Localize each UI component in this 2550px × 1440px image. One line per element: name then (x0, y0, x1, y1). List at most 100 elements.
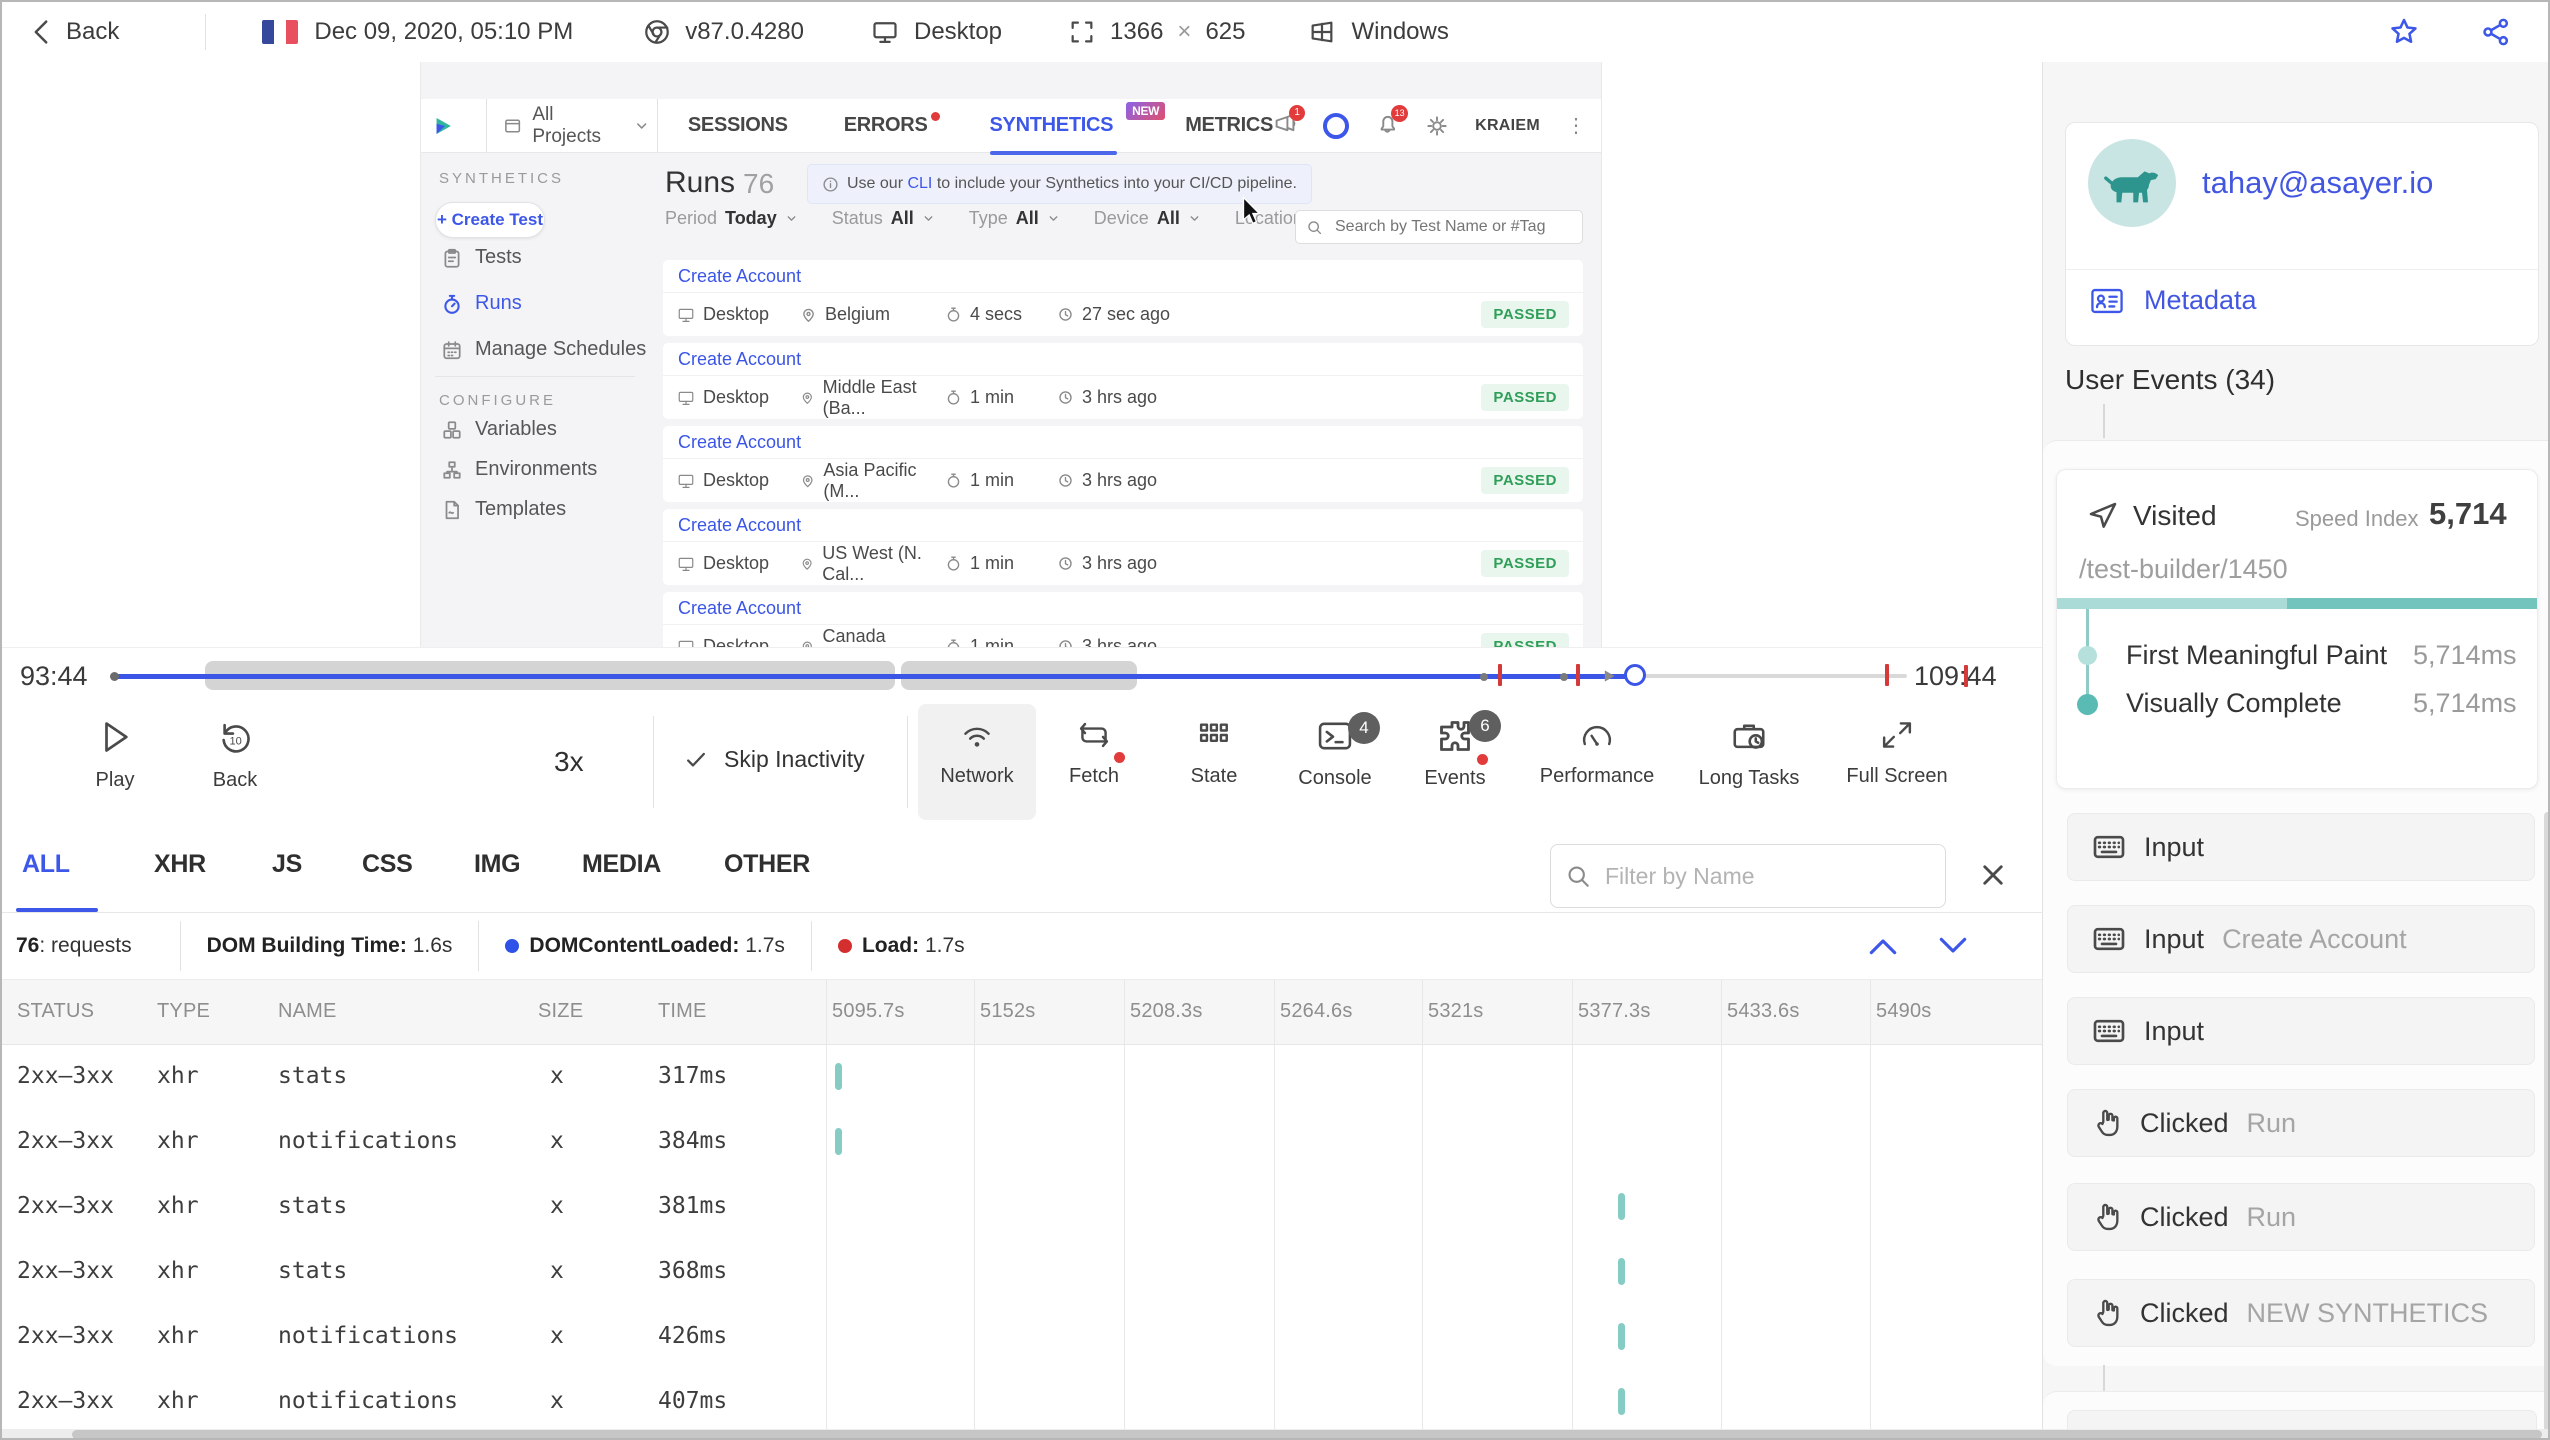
gear-icon[interactable] (1425, 114, 1449, 138)
horizontal-scrollbar-thumb[interactable] (72, 1430, 2542, 1438)
banner-cli-link[interactable]: CLI (907, 175, 932, 192)
run-title-link[interactable]: Create Account (663, 260, 1583, 293)
player-stage: All Projects SESSIONS ERRORS SYNTHETICS … (2, 62, 2042, 647)
test-search-input[interactable] (1333, 217, 1567, 237)
tab-metrics[interactable]: METRICS (1185, 114, 1273, 137)
chevron-down-icon (636, 122, 647, 129)
network-tab-other[interactable]: OTHER (724, 850, 810, 879)
create-test-button[interactable]: + Create Test (435, 202, 545, 238)
session-date-group: Dec 09, 2020, 05:10 PM (262, 18, 573, 46)
share-icon[interactable] (2480, 16, 2512, 48)
active-tab-underline (989, 151, 1118, 155)
project-selector[interactable]: All Projects (503, 104, 657, 148)
tab-errors[interactable]: ERRORS (844, 112, 940, 137)
tab-sessions[interactable]: SESSIONS (688, 114, 788, 137)
request-row[interactable]: 2xx–3xx xhr stats x 368ms (2, 1240, 2042, 1305)
run-location: US West (N. Cal... (800, 543, 945, 585)
panel-button-performance[interactable]: Performance (1522, 718, 1672, 788)
run-card[interactable]: Create Account Desktop Belgium 4 secs 27… (663, 260, 1583, 336)
back-button[interactable]: Back (30, 18, 119, 46)
run-card[interactable]: Create Account Desktop Asia Pacific (M..… (663, 426, 1583, 502)
run-card[interactable]: Create Account Desktop Canada (Centra...… (663, 592, 1583, 647)
network-tab-media[interactable]: MEDIA (582, 850, 661, 879)
metadata-button[interactable]: Metadata (2090, 285, 2257, 316)
run-location-label: Asia Pacific (M... (823, 459, 917, 501)
divider (657, 99, 658, 152)
error-marker[interactable] (1498, 664, 1502, 686)
panel-button-state[interactable]: State (1152, 718, 1276, 788)
request-row[interactable]: 2xx–3xx xhr notifications x 384ms (2, 1110, 2042, 1175)
network-tab-css[interactable]: CSS (362, 850, 413, 879)
network-tab-js[interactable]: JS (272, 850, 302, 879)
event-item-input[interactable]: Input (2067, 997, 2535, 1065)
request-row[interactable]: 2xx–3xx xhr notifications x 426ms (2, 1305, 2042, 1370)
back-10s-button[interactable]: 10 Back (173, 718, 297, 792)
panel-button-network[interactable]: Network (915, 718, 1039, 788)
request-row[interactable]: 2xx–3xx xhr stats x 381ms (2, 1175, 2042, 1240)
visually-complete-dot (2077, 694, 2098, 715)
map-pin-icon (803, 308, 814, 322)
announcements-button[interactable]: 1 (1273, 104, 1306, 141)
sidebar-scrollbar[interactable] (2544, 812, 2548, 1432)
request-row[interactable]: 2xx–3xx xhr notifications x 407ms (2, 1370, 2042, 1435)
jump-previous-icon[interactable] (1864, 931, 1902, 961)
sidebar-item-manage-schedules[interactable]: Manage Schedules (441, 338, 646, 361)
sidebar-item-runs[interactable]: Runs (441, 292, 522, 315)
run-title-link[interactable]: Create Account (663, 426, 1583, 459)
run-device-label: Desktop (703, 470, 770, 490)
visited-event-card[interactable]: Visited Speed Index 5,714 /test-builder/… (2056, 469, 2538, 789)
sidebar-item-environments[interactable]: Environments (441, 458, 597, 481)
filter-device[interactable]: Device All (1094, 208, 1201, 229)
error-marker[interactable] (1885, 664, 1889, 686)
test-search-box[interactable] (1295, 210, 1583, 244)
row-name: notifications (278, 1323, 459, 1349)
filter-status[interactable]: Status All (832, 208, 935, 229)
sidebar-item-tests[interactable]: Tests (441, 246, 522, 269)
panel-button-events[interactable]: 6 Events (1393, 710, 1517, 790)
network-tab-xhr[interactable]: XHR (154, 850, 206, 879)
new-badge: NEW (1126, 102, 1166, 120)
favorite-star-icon[interactable] (2388, 16, 2420, 48)
run-title-link[interactable]: Create Account (663, 592, 1583, 625)
event-item-clicked[interactable]: Clicked Run (2067, 1089, 2535, 1157)
filter-label: Device (1093, 208, 1149, 228)
panel-button-long-tasks[interactable]: Long Tasks (1674, 718, 1824, 790)
sidebar-item-variables[interactable]: Variables (441, 418, 557, 441)
back-label: Back (66, 18, 120, 45)
skip-inactivity-toggle[interactable]: Skip Inactivity (684, 746, 865, 773)
timeline-handle[interactable] (1624, 664, 1646, 686)
event-item-input[interactable]: Input Create Account (2067, 905, 2535, 973)
close-panel-icon[interactable] (1978, 860, 2008, 890)
speed-toggle[interactable]: 3x (554, 746, 584, 778)
filter-box[interactable] (1550, 844, 1946, 908)
run-title-link[interactable]: Create Account (663, 343, 1583, 376)
filter-period[interactable]: Period Today (665, 208, 798, 229)
play-button[interactable]: Play (53, 718, 177, 792)
run-title-link[interactable]: Create Account (663, 509, 1583, 542)
synthetics-section-label: SYNTHETICS (439, 170, 565, 187)
network-tab-img[interactable]: IMG (474, 850, 521, 879)
filter-type[interactable]: Type All (969, 208, 1060, 229)
filter-input[interactable] (1603, 861, 1907, 891)
event-item-input[interactable]: Input (2067, 813, 2535, 881)
panel-button-full-screen[interactable]: Full Screen (1822, 718, 1972, 788)
run-card[interactable]: Create Account Desktop Middle East (Ba..… (663, 343, 1583, 419)
sidebar-item-templates[interactable]: Templates (441, 498, 566, 521)
event-item-clicked[interactable]: Clicked NEW SYNTHETICS (2067, 1279, 2535, 1347)
request-row[interactable]: 2xx–3xx xhr stats x 317ms (2, 1045, 2042, 1110)
error-marker[interactable] (1576, 664, 1580, 686)
tab-synthetics[interactable]: SYNTHETICS NEW (989, 102, 1166, 155)
network-tab-all[interactable]: ALL (22, 850, 70, 879)
event-item-clicked[interactable]: Clicked Run (2067, 1183, 2535, 1251)
event-action: Input (2144, 923, 2205, 954)
player-controls: Play 10 Back 3x Skip Inactivity Network … (2, 702, 2042, 823)
jump-next-icon[interactable] (1934, 931, 1972, 961)
user-email[interactable]: tahay@asayer.io (2202, 165, 2433, 201)
errors-dot (930, 112, 940, 121)
panel-button-fetch[interactable]: Fetch (1032, 718, 1156, 788)
run-card[interactable]: Create Account Desktop US West (N. Cal..… (663, 509, 1583, 585)
user-menu[interactable]: KRAIEM (1475, 117, 1540, 135)
notifications-button[interactable]: 13 (1375, 104, 1409, 141)
panel-button-console[interactable]: 4 Console (1273, 712, 1397, 790)
kebab-menu-icon[interactable]: ⋮ (1566, 113, 1587, 138)
